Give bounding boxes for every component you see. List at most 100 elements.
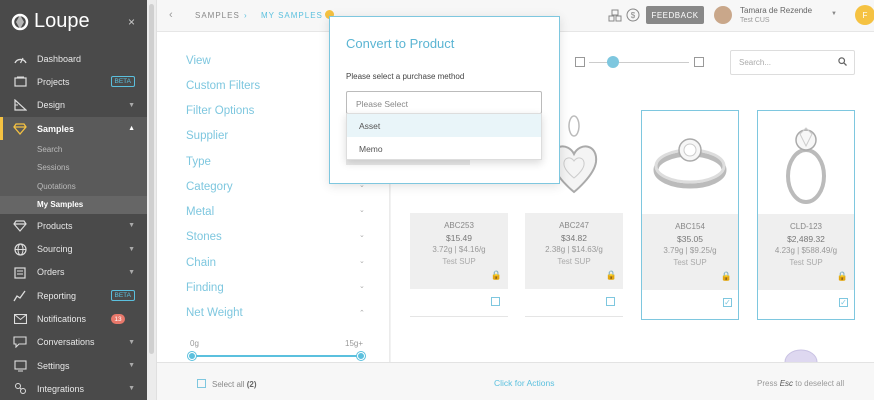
weights-icon[interactable] [608, 8, 622, 22]
sample-card[interactable]: CLD-123 $2,489.32 4.23g | $588.49/g Test… [757, 110, 855, 320]
sample-supplier: Test SUP [673, 258, 707, 267]
sidebar-item-label: Conversations [37, 337, 95, 348]
sample-weight: 4.23g | $588.49/g [774, 246, 838, 255]
sample-code: ABC154 [675, 222, 705, 231]
chevron-down-icon: ▼ [128, 362, 135, 370]
dashboard-icon [13, 53, 27, 65]
sample-supplier: Test SUP [442, 257, 476, 266]
user-menu-chevron-icon[interactable]: ▼ [831, 11, 837, 17]
sidebar-item-integrations[interactable]: Integrations ▼ [0, 377, 147, 400]
close-sidebar-icon[interactable]: × [128, 15, 135, 29]
sample-code: ABC247 [559, 221, 589, 230]
select-checkbox[interactable] [606, 297, 615, 306]
breadcrumb-samples[interactable]: SAMPLES [195, 11, 240, 20]
chevron-down-icon[interactable]: ⌄ [359, 257, 365, 265]
chevron-down-icon[interactable]: ⌄ [359, 282, 365, 290]
purchase-method-dropdown: Asset Memo [346, 113, 542, 160]
thumbnail-size-handle[interactable] [607, 56, 619, 68]
chevron-down-icon[interactable]: ⌄ [359, 231, 365, 239]
sidebar-item-design[interactable]: Design ▼ [0, 94, 147, 117]
submenu-item-sessions[interactable]: Sessions [0, 159, 147, 178]
ring-icon [786, 127, 826, 204]
click-for-actions-button[interactable]: Click for Actions [494, 378, 554, 388]
modal-title: Convert to Product [346, 36, 455, 51]
filter-filter-options[interactable]: Filter Options [186, 105, 254, 117]
select-all-checkbox[interactable] [197, 379, 206, 388]
sidebar-nav: Dashboard Projects BETA Design ▼ Samples… [0, 47, 147, 400]
product-image[interactable] [758, 111, 854, 211]
lock-icon: 🔒 [720, 271, 732, 281]
product-image[interactable] [642, 111, 738, 211]
filter-supplier[interactable]: Supplier [186, 130, 228, 142]
logo[interactable]: Loupe [10, 10, 90, 33]
sidebar-item-samples[interactable]: Samples ▲ [0, 116, 147, 141]
scrollbar-thumb[interactable] [149, 4, 154, 354]
loupe-logo-icon [11, 13, 29, 30]
chevron-up-icon[interactable]: ⌃ [359, 309, 365, 317]
filter-metal[interactable]: Metal [186, 206, 214, 218]
sample-price: $15.49 [446, 233, 472, 243]
list-view-icon[interactable] [575, 57, 585, 67]
currency-icon[interactable]: $ [626, 8, 640, 22]
net-weight-min-handle[interactable] [188, 352, 196, 360]
select-checkbox-checked[interactable]: ✓ [723, 298, 732, 307]
user-name[interactable]: Tamara de Rezende [740, 6, 812, 15]
sidebar-item-reporting[interactable]: Reporting BETA [0, 284, 147, 307]
thumbnail-size-slider[interactable] [589, 62, 689, 63]
option-memo[interactable]: Memo [347, 137, 541, 160]
beta-badge: BETA [110, 76, 135, 88]
submenu-item-search[interactable]: Search [0, 140, 147, 159]
filter-finding[interactable]: Finding [186, 282, 224, 294]
sidebar-item-settings[interactable]: Settings ▼ [0, 354, 147, 377]
user-badge[interactable]: F [855, 5, 874, 25]
filter-net-weight[interactable]: Net Weight [186, 307, 243, 319]
sidebar-item-projects[interactable]: Projects BETA [0, 70, 147, 93]
select-checkbox-checked[interactable]: ✓ [839, 298, 848, 307]
filter-stones[interactable]: Stones [186, 231, 222, 243]
feedback-button[interactable]: FEEDBACK [646, 6, 704, 24]
sidebar-scrollbar[interactable] [147, 0, 157, 400]
back-icon[interactable]: ‹ [169, 9, 173, 21]
logo-text: Loupe [34, 10, 90, 32]
filter-view[interactable]: View [186, 55, 211, 67]
net-weight-slider-track[interactable] [192, 355, 362, 357]
modal-subtitle: Please select a purchase method [346, 72, 465, 81]
filter-custom-filters[interactable]: Custom Filters [186, 80, 260, 92]
design-icon [13, 99, 27, 111]
submenu-item-my-samples[interactable]: My Samples [0, 195, 147, 215]
projects-icon [13, 76, 27, 88]
sidebar-item-notifications[interactable]: Notifications 13 [0, 307, 147, 330]
filter-category[interactable]: Category [186, 181, 233, 193]
option-asset[interactable]: Asset [347, 114, 541, 137]
hint-suffix: to deselect all [795, 379, 845, 388]
sidebar-item-dashboard[interactable]: Dashboard [0, 47, 147, 70]
sample-supplier: Test SUP [557, 257, 591, 266]
sidebar-item-label: Dashboard [37, 53, 82, 64]
card-details: ABC247 $34.82 2.38g | $14.63/g Test SUP … [525, 213, 623, 289]
select-checkbox[interactable] [491, 297, 500, 306]
beta-badge: BETA [110, 290, 135, 302]
sidebar-item-label: Products [37, 220, 73, 231]
sidebar-item-conversations[interactable]: Conversations ▼ [0, 331, 147, 354]
lock-icon: 🔒 [490, 270, 502, 280]
chevron-down-icon[interactable]: ⌄ [359, 206, 365, 214]
search-icon[interactable] [838, 57, 847, 68]
selected-count: (2) [246, 380, 257, 389]
select-all-label[interactable]: Select all (2) [212, 380, 256, 389]
avatar[interactable] [714, 6, 732, 24]
purchase-method-select[interactable]: Please Select [346, 91, 542, 114]
filter-chain[interactable]: Chain [186, 257, 216, 269]
sidebar-item-orders[interactable]: Orders ▼ [0, 261, 147, 284]
search-input[interactable]: Search... [730, 50, 855, 75]
sidebar-item-products[interactable]: Products ▼ [0, 214, 147, 237]
integrations-icon [13, 383, 27, 395]
filter-type[interactable]: Type [186, 156, 211, 168]
sample-card[interactable]: ABC154 $35.05 3.79g | $9.25/g Test SUP 🔒… [641, 110, 739, 320]
grid-view-icon[interactable] [694, 57, 704, 67]
sidebar: Loupe × Dashboard Projects BETA Design ▼… [0, 0, 147, 400]
globe-icon [13, 243, 27, 256]
net-weight-max-handle[interactable] [357, 352, 365, 360]
chevron-down-icon: ▼ [128, 338, 135, 346]
submenu-item-quotations[interactable]: Quotations [0, 177, 147, 196]
sidebar-item-sourcing[interactable]: Sourcing ▼ [0, 237, 147, 260]
